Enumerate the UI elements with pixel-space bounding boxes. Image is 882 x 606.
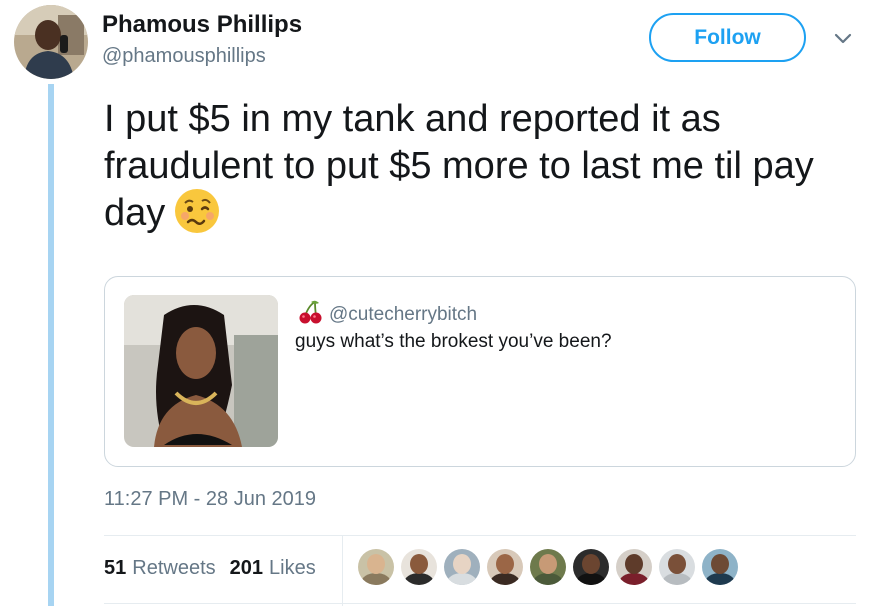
liker-face — [539, 554, 557, 574]
liker-body — [447, 573, 477, 585]
author-handle[interactable]: @phamousphillips — [102, 45, 266, 68]
retweets-stat[interactable]: 51 Retweets — [104, 557, 216, 580]
liker-body — [533, 573, 563, 585]
retweets-count: 51 — [104, 557, 127, 579]
liker-avatar-8[interactable] — [659, 549, 695, 585]
chevron-down-icon[interactable] — [832, 28, 854, 50]
tweet-stats: 51 Retweets 201 Likes — [104, 557, 330, 580]
liker-avatar-1[interactable] — [358, 549, 394, 585]
retweets-label: Retweets — [132, 557, 216, 579]
likes-label: Likes — [269, 557, 316, 579]
liker-avatar-9[interactable] — [702, 549, 738, 585]
tweet-text: I put $5 in my tank and reported it as f… — [104, 96, 864, 239]
liker-avatar-5[interactable] — [530, 549, 566, 585]
liker-avatar-7[interactable] — [616, 549, 652, 585]
author-display-name[interactable]: Phamous Phillips — [102, 11, 302, 39]
liker-avatar-4[interactable] — [487, 549, 523, 585]
stats-separator — [342, 536, 343, 606]
author-avatar[interactable] — [14, 5, 88, 79]
liker-body — [662, 573, 692, 585]
stats-top-divider — [104, 535, 856, 536]
liker-face — [367, 554, 385, 574]
liker-body — [404, 573, 434, 585]
stats-bottom-divider — [104, 603, 856, 604]
liker-face — [625, 554, 643, 574]
liker-face — [711, 554, 729, 574]
tweet-timestamp[interactable]: 11:27 PM - 28 Jun 2019 — [104, 488, 316, 511]
quoted-tweet-card[interactable]: @cutecherrybitch guys what’s the brokest… — [104, 276, 856, 467]
likes-stat[interactable]: 201 Likes — [230, 557, 316, 580]
likes-count: 201 — [229, 557, 263, 579]
liker-avatar-3[interactable] — [444, 549, 480, 585]
liker-body — [576, 573, 606, 585]
liker-face — [582, 554, 600, 574]
liker-avatar-2[interactable] — [401, 549, 437, 585]
quoted-tweet-handle[interactable]: @cutecherrybitch — [329, 304, 477, 326]
liker-body — [619, 573, 649, 585]
likers-avatar-list — [358, 549, 745, 589]
quoted-tweet-author[interactable]: @cutecherrybitch — [297, 299, 477, 330]
liker-body — [361, 573, 391, 585]
quoted-tweet-text: guys what’s the brokest you’ve been? — [295, 331, 612, 352]
liker-face — [453, 554, 471, 574]
woozy-face-icon — [173, 187, 221, 235]
liker-body — [705, 573, 735, 585]
quoted-tweet-image[interactable] — [124, 295, 278, 447]
thread-line — [48, 84, 54, 606]
liker-face — [668, 554, 686, 574]
follow-button[interactable]: Follow — [649, 13, 806, 62]
cherries-icon — [297, 299, 323, 330]
liker-body — [490, 573, 520, 585]
liker-face — [496, 554, 514, 574]
liker-avatar-6[interactable] — [573, 549, 609, 585]
liker-face — [410, 554, 428, 574]
